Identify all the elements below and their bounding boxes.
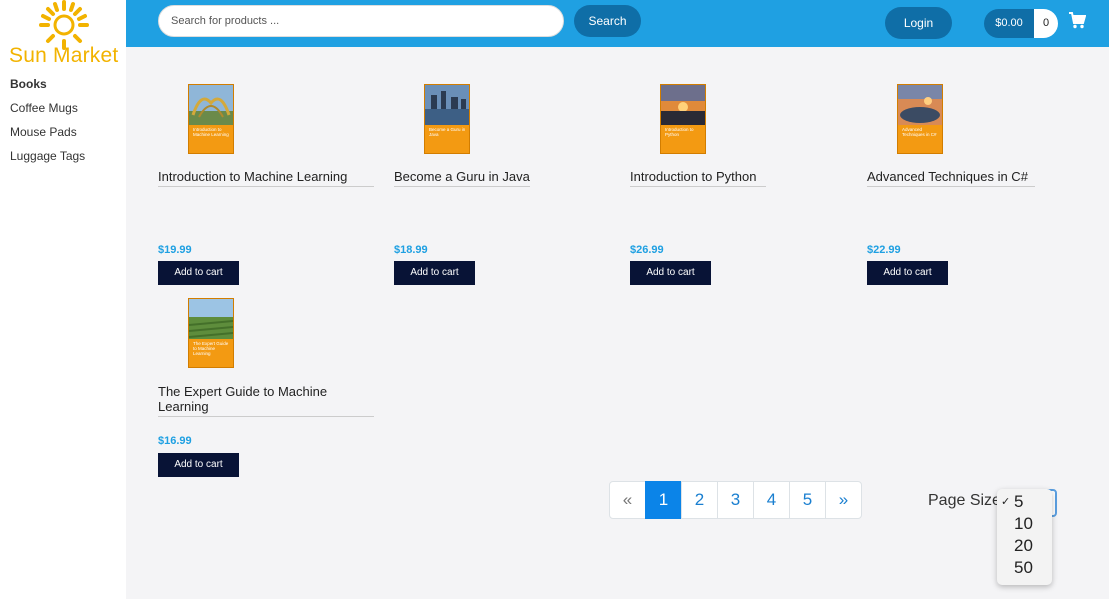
cart-total[interactable]: $0.00 [984, 9, 1034, 38]
add-to-cart-button[interactable]: Add to cart [158, 453, 239, 477]
cart-count[interactable]: 0 [1034, 9, 1058, 38]
top-header: Search Login $0.00 0 [126, 0, 1109, 47]
book-cover-image[interactable]: Introduction to Machine Learning [188, 84, 234, 154]
page-size-option-10[interactable]: 10 [997, 513, 1052, 535]
pagination-page-1[interactable]: 1 [645, 481, 682, 519]
book-cover-image[interactable]: The Expert Guide to Machine Learning [188, 298, 234, 368]
pagination-prev-button[interactable]: « [609, 481, 646, 519]
product-card: Advanced Techniques in C# Advanced Techn… [867, 84, 1087, 285]
book-cover-image[interactable]: Become a Guru in Java [424, 84, 470, 154]
product-card: Introduction to Python Introduction to P… [630, 84, 850, 285]
cover-title: Advanced Techniques in C# [902, 127, 937, 137]
add-to-cart-button[interactable]: Add to cart [158, 261, 239, 285]
pagination-next-button[interactable]: » [825, 481, 862, 519]
category-item-mouse-pads[interactable]: Mouse Pads [10, 125, 85, 149]
pagination: « 1 2 3 4 5 » [609, 481, 862, 519]
add-to-cart-button[interactable]: Add to cart [630, 261, 711, 285]
product-title[interactable]: Become a Guru in Java [394, 169, 530, 187]
sun-icon [39, 0, 89, 50]
page-size-dropdown: ✓ 5 10 20 50 [997, 489, 1052, 585]
pagination-page-5[interactable]: 5 [789, 481, 826, 519]
cover-title: Introduction to Python [665, 127, 694, 137]
cover-photo [189, 85, 233, 125]
cover-title: Introduction to Machine Learning [193, 127, 229, 137]
pagination-page-3[interactable]: 3 [717, 481, 754, 519]
search-input[interactable] [158, 5, 564, 37]
product-card: Become a Guru in Java Become a Guru in J… [394, 84, 614, 285]
product-card: The Expert Guide to Machine Learning The… [158, 298, 378, 483]
product-title[interactable]: Introduction to Machine Learning [158, 169, 374, 187]
page-size-option-label: 50 [1014, 558, 1033, 577]
page-size-label: Page Size [928, 492, 1001, 509]
add-to-cart-button[interactable]: Add to cart [867, 261, 948, 285]
pagination-page-4[interactable]: 4 [753, 481, 790, 519]
login-button[interactable]: Login [885, 7, 952, 39]
book-cover-image[interactable]: Advanced Techniques in C# [897, 84, 943, 154]
cover-photo [189, 299, 233, 339]
cover-photo [898, 85, 942, 125]
product-price: $26.99 [630, 244, 664, 256]
sidebar: Sun Market Books Coffee Mugs Mouse Pads … [0, 0, 126, 599]
search-button[interactable]: Search [574, 5, 641, 37]
logo[interactable]: Sun Market [0, 0, 126, 70]
page-size-option-label: 20 [1014, 536, 1033, 555]
page-size-option-50[interactable]: 50 [997, 557, 1052, 579]
product-title[interactable]: Advanced Techniques in C# [867, 169, 1035, 187]
checkmark-icon: ✓ [1001, 496, 1011, 508]
pagination-page-2[interactable]: 2 [681, 481, 718, 519]
category-list: Books Coffee Mugs Mouse Pads Luggage Tag… [10, 77, 85, 173]
page-size-option-label: 10 [1014, 514, 1033, 533]
product-price: $19.99 [158, 244, 192, 256]
cover-title: The Expert Guide to Machine Learning [193, 341, 229, 356]
product-card: Introduction to Machine Learning Introdu… [158, 84, 378, 285]
page-size-option-label: 5 [1014, 492, 1024, 511]
product-price: $22.99 [867, 244, 901, 256]
product-price: $16.99 [158, 435, 192, 447]
add-to-cart-button[interactable]: Add to cart [394, 261, 475, 285]
category-item-books[interactable]: Books [10, 77, 85, 101]
cover-photo [661, 85, 705, 125]
page-size-option-20[interactable]: 20 [997, 535, 1052, 557]
product-title[interactable]: The Expert Guide to Machine Learning [158, 384, 374, 417]
cover-title: Become a Guru in Java [429, 127, 466, 137]
category-item-coffee-mugs[interactable]: Coffee Mugs [10, 101, 85, 125]
page-size-option-5[interactable]: ✓ 5 [997, 491, 1052, 513]
cover-photo [425, 85, 469, 125]
category-item-luggage-tags[interactable]: Luggage Tags [10, 149, 85, 173]
shopping-cart-icon[interactable] [1069, 12, 1086, 29]
book-cover-image[interactable]: Introduction to Python [660, 84, 706, 154]
product-price: $18.99 [394, 244, 428, 256]
logo-text: Sun Market [9, 44, 119, 67]
product-title[interactable]: Introduction to Python [630, 169, 766, 187]
